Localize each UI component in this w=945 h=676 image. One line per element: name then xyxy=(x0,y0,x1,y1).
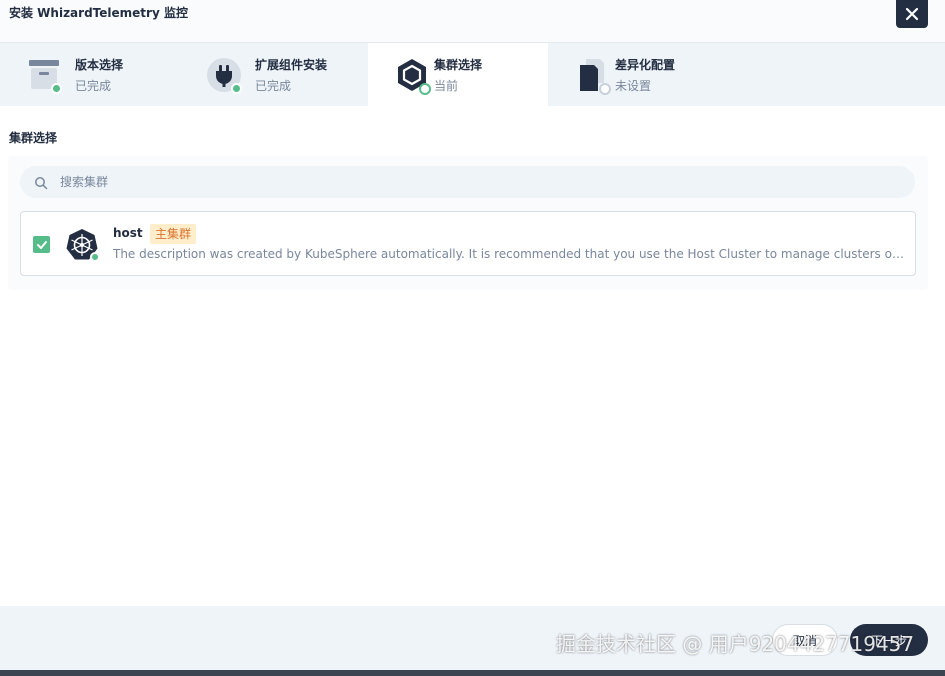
step-status-dot xyxy=(231,83,242,94)
step-name: 版本选择 xyxy=(75,58,124,72)
step-version-select[interactable]: 版本选择 已完成 xyxy=(0,43,180,106)
cluster-name: host xyxy=(113,226,143,240)
step-status: 已完成 xyxy=(255,79,292,93)
step-status-dot xyxy=(51,83,62,94)
close-button[interactable] xyxy=(896,0,928,28)
close-icon xyxy=(905,7,919,21)
cluster-item-host[interactable]: host 主集群 The description was created by … xyxy=(20,211,916,276)
dialog-header: 安装 WhizardTelemetry 监控 xyxy=(0,0,945,43)
check-icon xyxy=(36,240,47,249)
step-status: 当前 xyxy=(434,79,459,93)
step-status-dot xyxy=(419,83,431,95)
section-title: 集群选择 xyxy=(9,131,58,145)
step-cluster-select[interactable]: 集群选择 当前 xyxy=(368,43,548,106)
cluster-status-dot xyxy=(90,252,100,262)
step-name: 差异化配置 xyxy=(615,58,676,72)
step-bar: 版本选择 已完成 扩展组件安装 已完成 集群选择 当前 差异化配置 未设置 xyxy=(0,43,945,106)
dialog-title: 安装 WhizardTelemetry 监控 xyxy=(9,6,188,20)
step-name: 集群选择 xyxy=(434,58,483,72)
host-cluster-badge: 主集群 xyxy=(150,224,197,244)
search-icon xyxy=(35,177,48,190)
cluster-description: The description was created by KubeSpher… xyxy=(113,247,905,261)
step-diff-config[interactable]: 差异化配置 未设置 xyxy=(548,43,728,106)
watermark: 掘金技术社区 @ 用户9204427719457 xyxy=(556,632,915,656)
cluster-checkbox[interactable] xyxy=(33,236,50,253)
step-name: 扩展组件安装 xyxy=(255,58,328,72)
step-extension-install[interactable]: 扩展组件安装 已完成 xyxy=(180,43,360,106)
step-status-dot xyxy=(599,83,611,95)
step-status: 已完成 xyxy=(75,79,112,93)
search-bar[interactable] xyxy=(20,166,915,198)
search-input[interactable] xyxy=(60,166,900,198)
step-status: 未设置 xyxy=(615,79,652,93)
bottom-strip xyxy=(0,670,945,676)
